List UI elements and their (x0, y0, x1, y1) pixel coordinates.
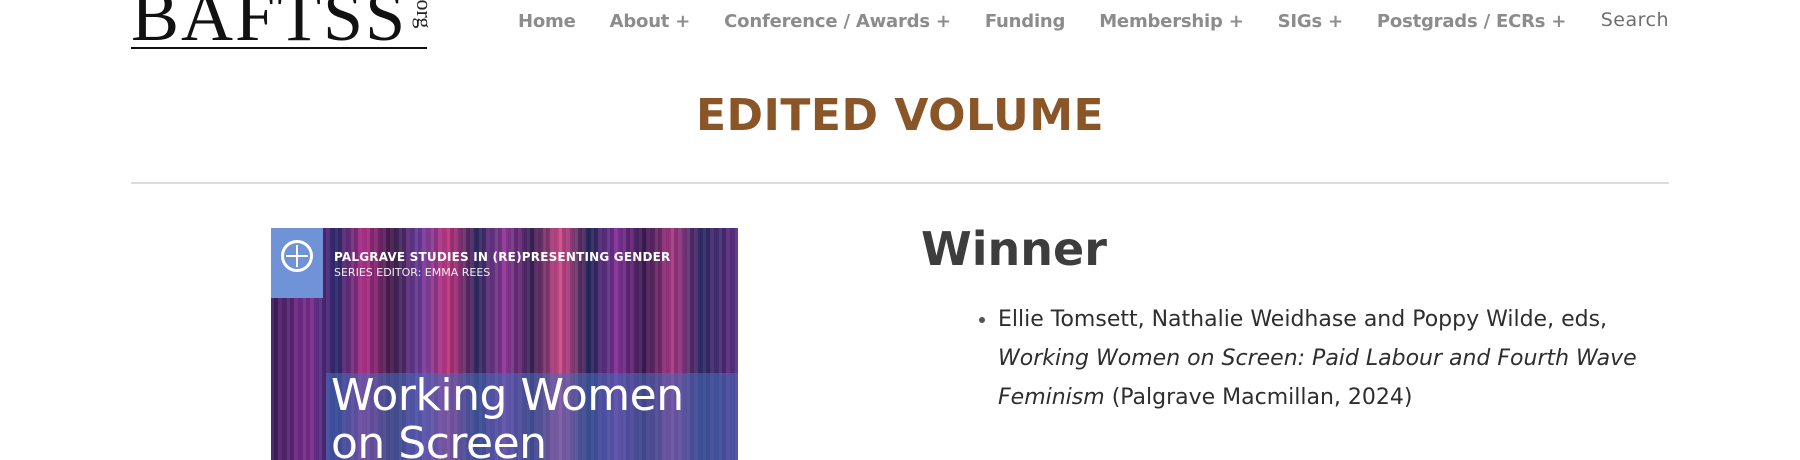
cover-title-line-1: Working Women (331, 370, 684, 421)
list-item: Ellie Tomsett, Nathalie Weidhase and Pop… (998, 300, 1678, 417)
cover-title-line-2: on Screen (331, 418, 547, 460)
nav-item-home[interactable]: Home (518, 11, 576, 32)
cover-logo-panel (271, 228, 323, 298)
entry-authors: Ellie Tomsett, Nathalie Weidhase and Pop… (998, 307, 1608, 332)
main-nav: Home About + Conference / Awards + Fundi… (518, 8, 1566, 34)
cover-editor-text: SERIES EDITOR: EMMA REES (334, 266, 491, 279)
book-cover-image: PALGRAVE STUDIES IN (RE)PRESENTING GENDE… (271, 228, 738, 460)
logo-text[interactable]: BAFTSS (131, 0, 407, 52)
cover-title: Working Women on Screen (331, 370, 684, 460)
cover-series-text: PALGRAVE STUDIES IN (RE)PRESENTING GENDE… (334, 250, 671, 264)
site-logo[interactable]: BAFTSS (131, 0, 407, 52)
palgrave-logo-icon (281, 240, 313, 272)
nav-item-funding[interactable]: Funding (985, 11, 1066, 32)
nav-item-membership[interactable]: Membership + (1099, 11, 1244, 32)
logo-suffix: .org (412, 0, 437, 29)
nav-item-about[interactable]: About + (610, 11, 691, 32)
entry-publisher: (Palgrave Macmillan, 2024) (1111, 385, 1413, 410)
logo-underline (131, 47, 427, 49)
section-divider (131, 182, 1669, 184)
winner-heading: Winner (921, 222, 1107, 276)
nav-item-sigs[interactable]: SIGs + (1278, 11, 1344, 32)
nav-item-conference-awards[interactable]: Conference / Awards + (724, 11, 951, 32)
section-title: EDITED VOLUME (695, 90, 1105, 141)
nav-item-postgrads-ecrs[interactable]: Postgrads / ECRs + (1377, 11, 1567, 32)
search-link[interactable]: Search (1601, 9, 1669, 31)
winner-list: Ellie Tomsett, Nathalie Weidhase and Pop… (968, 300, 1678, 417)
